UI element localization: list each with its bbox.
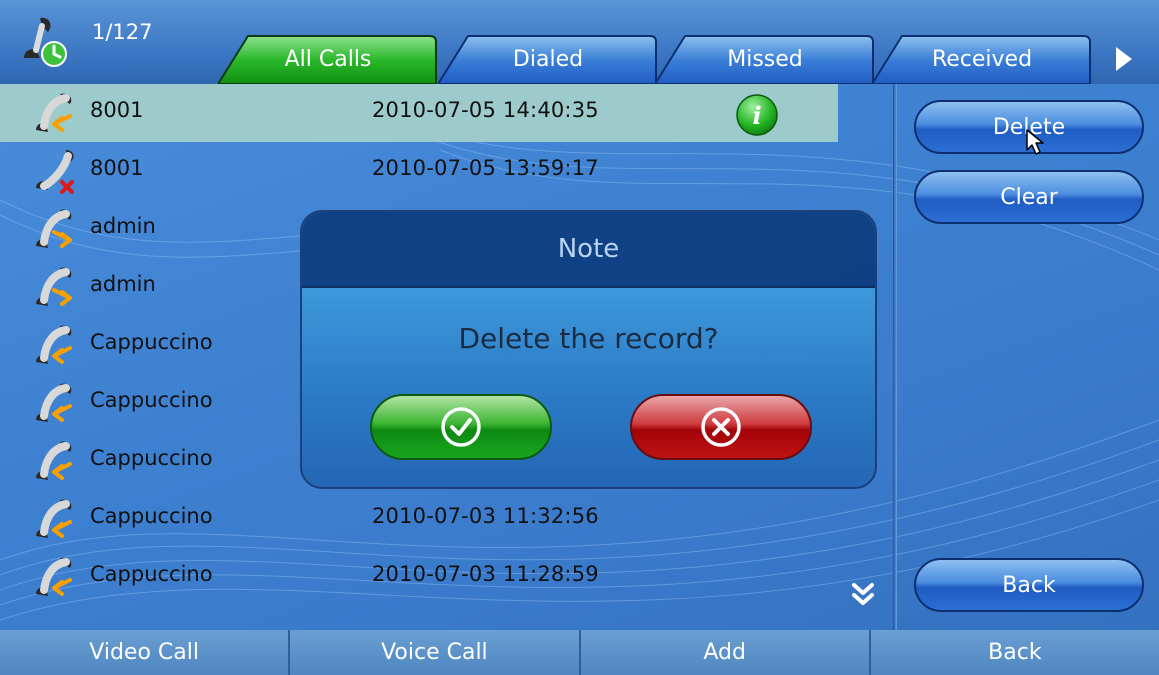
- tab-label: Dialed: [512, 46, 584, 72]
- caller-name: 8001: [90, 156, 144, 180]
- softkey-bar: Video Call Voice Call Add Back: [0, 630, 1159, 675]
- tab-all-calls[interactable]: All Calls: [218, 34, 438, 84]
- caller-name: admin: [90, 272, 156, 296]
- next-tab-arrow-icon[interactable]: [1112, 44, 1136, 74]
- tab-dialed[interactable]: Dialed: [438, 34, 658, 84]
- call-time: 2010-07-05 13:59:17: [372, 156, 599, 180]
- confirm-button[interactable]: [370, 394, 552, 460]
- caller-name: Cappuccino: [90, 446, 213, 470]
- incoming-call-icon: [36, 383, 72, 422]
- missed-call-icon: [36, 150, 74, 194]
- incoming-call-icon: [36, 93, 72, 132]
- check-icon: [441, 407, 481, 447]
- tab-label: Missed: [727, 46, 803, 72]
- video-call-softkey[interactable]: Video Call: [0, 630, 291, 675]
- incoming-call-icon: [36, 557, 72, 596]
- record-counter: 1/127: [92, 20, 153, 44]
- cancel-button[interactable]: [630, 394, 812, 460]
- svg-text:i: i: [752, 101, 761, 130]
- call-time: 2010-07-03 11:32:56: [372, 504, 599, 528]
- call-log-status-icon: [24, 17, 67, 67]
- outgoing-call-icon: [36, 209, 72, 248]
- caller-name: 8001: [90, 98, 144, 122]
- call-time: 2010-07-05 14:40:35: [372, 98, 599, 122]
- voice-call-softkey[interactable]: Voice Call: [290, 630, 581, 675]
- tab-label: All Calls: [284, 46, 372, 72]
- call-log-screen: 1/127 All Calls Dialed Missed Received 8…: [0, 0, 1159, 675]
- back-softkey[interactable]: Back: [871, 630, 1159, 675]
- caller-name: Cappuccino: [90, 562, 213, 586]
- incoming-call-icon: [36, 325, 72, 364]
- list-item[interactable]: 8001 2010-07-05 13:59:17: [0, 142, 893, 200]
- panel-divider: [893, 84, 897, 630]
- scroll-down-icon[interactable]: [848, 581, 878, 609]
- close-icon: [701, 407, 741, 447]
- call-time: 2010-07-03 11:28:59: [372, 562, 599, 586]
- dialog-message: Delete the record?: [458, 322, 719, 355]
- caller-name: Cappuccino: [90, 388, 213, 412]
- list-item[interactable]: Cappuccino 2010-07-03 11:32:56: [0, 490, 893, 548]
- tab-missed[interactable]: Missed: [655, 34, 875, 84]
- top-bar: 1/127 All Calls Dialed Missed Received: [0, 0, 1159, 84]
- incoming-call-icon: [36, 499, 72, 538]
- mouse-pointer-icon: [1026, 129, 1044, 155]
- outgoing-call-icon: [36, 267, 72, 306]
- dialog-title: Note: [302, 212, 875, 288]
- caller-name: Cappuccino: [90, 504, 213, 528]
- caller-name: Cappuccino: [90, 330, 213, 354]
- tab-received[interactable]: Received: [872, 34, 1092, 84]
- confirm-dialog: Note Delete the record?: [300, 210, 877, 489]
- list-item[interactable]: Cappuccino 2010-07-03 11:28:59: [0, 548, 893, 606]
- clear-button[interactable]: Clear: [914, 170, 1144, 224]
- list-item[interactable]: 8001 2010-07-05 14:40:35 i: [0, 84, 838, 142]
- caller-name: admin: [90, 214, 156, 238]
- add-softkey[interactable]: Add: [581, 630, 871, 675]
- tab-label: Received: [931, 46, 1033, 72]
- info-icon[interactable]: i: [735, 93, 779, 137]
- incoming-call-icon: [36, 441, 72, 480]
- back-button[interactable]: Back: [914, 558, 1144, 612]
